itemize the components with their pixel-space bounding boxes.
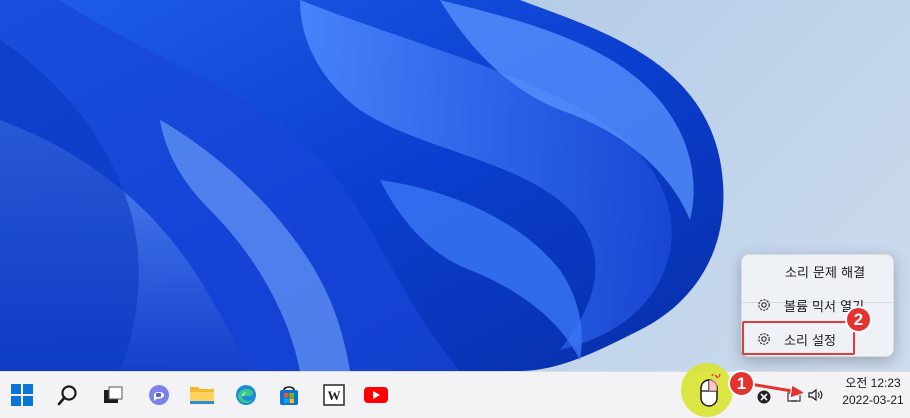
edge-icon — [236, 385, 256, 405]
teams-chat-button[interactable] — [143, 379, 175, 411]
edge-button[interactable] — [230, 379, 262, 411]
wikipedia-button[interactable]: W — [318, 379, 350, 411]
highlight-box-sound-settings — [742, 321, 855, 355]
start-button[interactable] — [6, 379, 38, 411]
menu-item-sound-troubleshoot[interactable]: 소리 문제 해결 — [742, 257, 893, 285]
task-view-button[interactable] — [97, 379, 129, 411]
search-icon — [57, 385, 77, 406]
store-button[interactable] — [273, 379, 305, 411]
menu-item-label: 소리 문제 해결 — [785, 265, 866, 281]
step-badge-1: 1 — [728, 370, 755, 397]
gear-icon — [758, 299, 770, 311]
clock-date: 2022-03-21 — [842, 393, 904, 407]
volume-icon[interactable] — [807, 386, 825, 404]
youtube-icon — [364, 387, 388, 403]
step-badge-2: 2 — [845, 306, 872, 333]
system-clock[interactable]: 오전 12:23 2022-03-21 — [836, 375, 910, 409]
store-icon — [280, 386, 298, 405]
windows-logo-icon — [11, 384, 33, 406]
task-view-icon — [104, 386, 123, 403]
svg-text:W: W — [328, 388, 341, 403]
wikipedia-icon: W — [323, 384, 345, 406]
search-button[interactable] — [52, 379, 84, 411]
folder-icon — [190, 387, 214, 404]
annotation-arrow — [749, 382, 807, 399]
mouse-icon — [700, 374, 721, 407]
clock-time: 오전 12:23 — [845, 376, 901, 390]
youtube-button[interactable] — [360, 379, 392, 411]
chat-icon — [149, 385, 169, 405]
file-explorer-button[interactable] — [186, 379, 218, 411]
